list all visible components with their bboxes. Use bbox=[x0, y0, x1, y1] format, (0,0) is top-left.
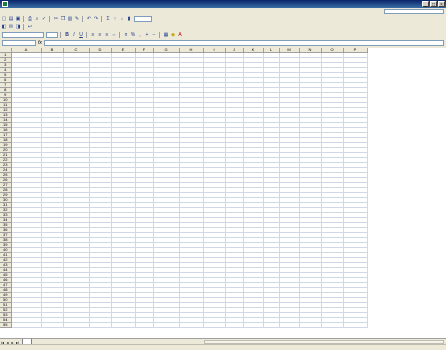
help-search-box[interactable] bbox=[384, 9, 444, 14]
toolbar-separator bbox=[119, 32, 120, 38]
align-center-icon[interactable]: ≡ bbox=[97, 32, 103, 38]
align-left-icon[interactable]: ≡ bbox=[90, 32, 96, 38]
cell[interactable] bbox=[225, 322, 244, 328]
name-box[interactable] bbox=[2, 40, 36, 46]
cell[interactable] bbox=[111, 322, 136, 328]
cell[interactable] bbox=[135, 322, 154, 328]
fill-color-icon[interactable]: ◆ bbox=[170, 32, 176, 38]
toolbar-separator bbox=[86, 32, 87, 38]
bold-icon[interactable]: B bbox=[64, 32, 70, 38]
cell[interactable] bbox=[243, 322, 264, 328]
cell[interactable] bbox=[179, 322, 204, 328]
font-color-icon[interactable]: A bbox=[177, 32, 183, 38]
font-name-combo[interactable] bbox=[2, 32, 44, 38]
toolbar-separator bbox=[101, 16, 102, 22]
italic-icon[interactable]: I bbox=[71, 32, 77, 38]
spelling-icon[interactable]: ✓ bbox=[41, 16, 47, 22]
comma-style-icon[interactable]: , bbox=[137, 32, 143, 38]
cell[interactable] bbox=[203, 322, 226, 328]
open-icon[interactable]: ▤ bbox=[8, 16, 14, 22]
title-bar[interactable]: _ □ × bbox=[0, 0, 446, 8]
undo-icon[interactable]: ↶ bbox=[86, 16, 92, 22]
track-changes-icon[interactable]: ◧ bbox=[1, 24, 7, 30]
decrease-decimal-icon[interactable]: − bbox=[151, 32, 157, 38]
new-icon[interactable]: ▢ bbox=[1, 16, 7, 22]
font-size-combo[interactable] bbox=[46, 32, 58, 38]
minimize-button[interactable]: _ bbox=[422, 1, 429, 8]
sort-descending-icon[interactable]: ↓ bbox=[119, 16, 125, 22]
autosum-icon[interactable]: Σ bbox=[105, 16, 111, 22]
percent-icon[interactable]: % bbox=[130, 32, 136, 38]
cell[interactable] bbox=[321, 322, 344, 328]
maximize-button[interactable]: □ bbox=[430, 1, 437, 8]
excel-window: _ □ × ▢ ▤ ▣ ⎙ ⌕ ✓ ✂ ❐ ▥ ✎ ↶ ↷ Σ ↑ ↓ ▮ ◧ … bbox=[0, 0, 446, 350]
print-icon[interactable]: ⎙ bbox=[27, 16, 33, 22]
cell[interactable] bbox=[11, 322, 42, 328]
cell[interactable] bbox=[41, 322, 64, 328]
cell[interactable] bbox=[89, 322, 112, 328]
formula-bar: fx bbox=[0, 39, 446, 47]
cell[interactable] bbox=[263, 322, 280, 328]
save-icon[interactable]: ▣ bbox=[15, 16, 21, 22]
align-right-icon[interactable]: ≡ bbox=[104, 32, 110, 38]
merge-center-icon[interactable]: ⇔ bbox=[111, 32, 117, 38]
toolbar-separator bbox=[49, 16, 50, 22]
table-row: 55 bbox=[0, 322, 368, 328]
borders-icon[interactable]: ▦ bbox=[163, 32, 169, 38]
redo-icon[interactable]: ↷ bbox=[93, 16, 99, 22]
paste-icon[interactable]: ▥ bbox=[67, 16, 73, 22]
cells-table[interactable]: A B C D E F G H I J K L M N O P 1 2 3 4 5 6 7 8 9 10 11 12 13 14 15 16 1… bbox=[0, 48, 368, 328]
close-button[interactable]: × bbox=[438, 1, 445, 8]
fx-icon[interactable]: fx bbox=[36, 40, 44, 46]
sort-ascending-icon[interactable]: ↑ bbox=[112, 16, 118, 22]
status-bar bbox=[0, 344, 446, 350]
preview-icon[interactable]: ⌕ bbox=[34, 16, 40, 22]
menu-bar bbox=[0, 8, 446, 15]
excel-app-icon[interactable] bbox=[2, 1, 8, 7]
row-header[interactable]: 55 bbox=[0, 322, 12, 328]
cell[interactable] bbox=[343, 322, 368, 328]
format-painter-icon[interactable]: ✎ bbox=[74, 16, 80, 22]
currency-icon[interactable]: ¤ bbox=[123, 32, 129, 38]
formula-input[interactable] bbox=[44, 40, 444, 46]
toolbar-separator bbox=[60, 32, 61, 38]
copy-icon[interactable]: ❐ bbox=[60, 16, 66, 22]
toolbar-separator bbox=[82, 16, 83, 22]
cell[interactable] bbox=[63, 322, 90, 328]
increase-decimal-icon[interactable]: + bbox=[144, 32, 150, 38]
spreadsheet-grid[interactable]: A B C D E F G H I J K L M N O P 1 2 3 4 5 6 7 8 9 10 11 12 13 14 15 16 1… bbox=[0, 48, 446, 338]
cut-icon[interactable]: ✂ bbox=[53, 16, 59, 22]
cell[interactable] bbox=[279, 322, 300, 328]
toolbar-separator bbox=[159, 32, 160, 38]
underline-icon[interactable]: U bbox=[78, 32, 84, 38]
toolbar-separator bbox=[23, 16, 24, 22]
zoom-combo[interactable] bbox=[134, 16, 152, 22]
cell[interactable] bbox=[299, 322, 322, 328]
show-comments-icon[interactable]: ◨ bbox=[15, 24, 21, 30]
comment-icon[interactable]: ✉ bbox=[8, 24, 14, 30]
cell[interactable] bbox=[153, 322, 180, 328]
chart-wizard-icon[interactable]: ▮ bbox=[126, 16, 132, 22]
reply-icon[interactable]: ↩ bbox=[27, 24, 33, 30]
toolbar-separator bbox=[23, 24, 24, 30]
